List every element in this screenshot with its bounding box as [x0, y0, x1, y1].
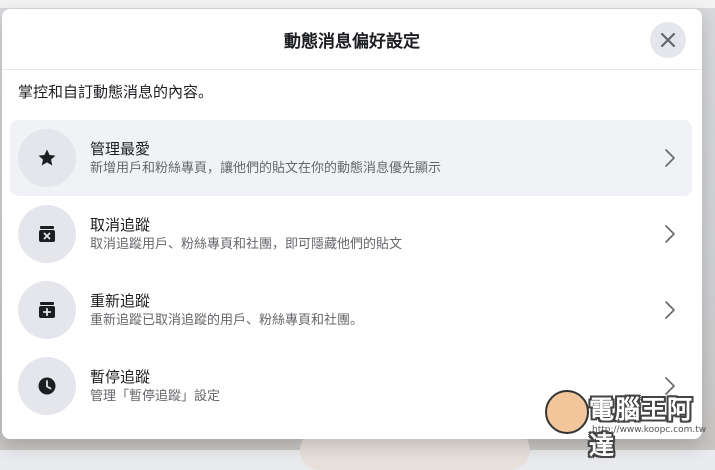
- unfollow-row[interactable]: 取消追蹤 取消追蹤用戶、粉絲專頁和社團，即可隱藏他們的貼文: [10, 196, 692, 272]
- unfollow-box-icon: [39, 226, 55, 242]
- refollow-box-icon: [39, 302, 55, 318]
- preferences-list: 管理最愛 新增用戶和粉絲專頁，讓他們的貼文在你的動態消息優先顯示 取消追蹤 取消…: [2, 112, 702, 424]
- watermark-logo: 電腦王阿達 http://www.koopc.com.tw: [545, 388, 715, 460]
- dialog-title: 動態消息偏好設定: [284, 31, 420, 52]
- close-icon: [660, 32, 676, 48]
- close-button[interactable]: [650, 22, 686, 58]
- chevron-right-icon: [665, 225, 675, 243]
- dialog-subtitle: 掌控和自訂動態消息的內容。: [18, 83, 214, 101]
- feed-preferences-dialog: 動態消息偏好設定 掌控和自訂動態消息的內容。 管理最愛 新增用戶和粉絲專頁，讓他…: [2, 9, 702, 439]
- row-icon-circle: [18, 205, 76, 263]
- row-description: 重新追蹤已取消追蹤的用戶、粉絲專頁和社團。: [90, 312, 364, 328]
- row-title: 管理最愛: [90, 139, 151, 158]
- row-text: 重新追蹤 重新追蹤已取消追蹤的用戶、粉絲專頁和社團。: [90, 291, 662, 330]
- backdrop-top-strip: [0, 0, 715, 8]
- row-icon-circle: [18, 129, 76, 187]
- row-title: 暫停追蹤: [90, 367, 151, 386]
- row-description: 取消追蹤用戶、粉絲專頁和社團，即可隱藏他們的貼文: [90, 236, 403, 252]
- clock-icon: [38, 377, 56, 395]
- manage-favorites-row[interactable]: 管理最愛 新增用戶和粉絲專頁，讓他們的貼文在你的動態消息優先顯示: [10, 120, 692, 196]
- row-title: 取消追蹤: [90, 215, 151, 234]
- star-icon: [38, 149, 56, 166]
- row-title: 重新追蹤: [90, 291, 151, 310]
- chevron-right-icon: [665, 301, 675, 319]
- row-icon-circle: [18, 281, 76, 339]
- row-description: 新增用戶和粉絲專頁，讓他們的貼文在你的動態消息優先顯示: [90, 160, 442, 176]
- row-icon-circle: [18, 357, 76, 415]
- dialog-header: 動態消息偏好設定: [2, 9, 702, 70]
- row-text: 取消追蹤 取消追蹤用戶、粉絲專頁和社團，即可隱藏他們的貼文: [90, 215, 662, 254]
- chevron-right-icon: [665, 149, 675, 167]
- watermark-mascot-icon: [545, 390, 589, 434]
- refollow-row[interactable]: 重新追蹤 重新追蹤已取消追蹤的用戶、粉絲專頁和社團。: [10, 272, 692, 348]
- row-text: 管理最愛 新增用戶和粉絲專頁，讓他們的貼文在你的動態消息優先顯示: [90, 139, 662, 178]
- watermark-url: http://www.koopc.com.tw: [592, 425, 707, 435]
